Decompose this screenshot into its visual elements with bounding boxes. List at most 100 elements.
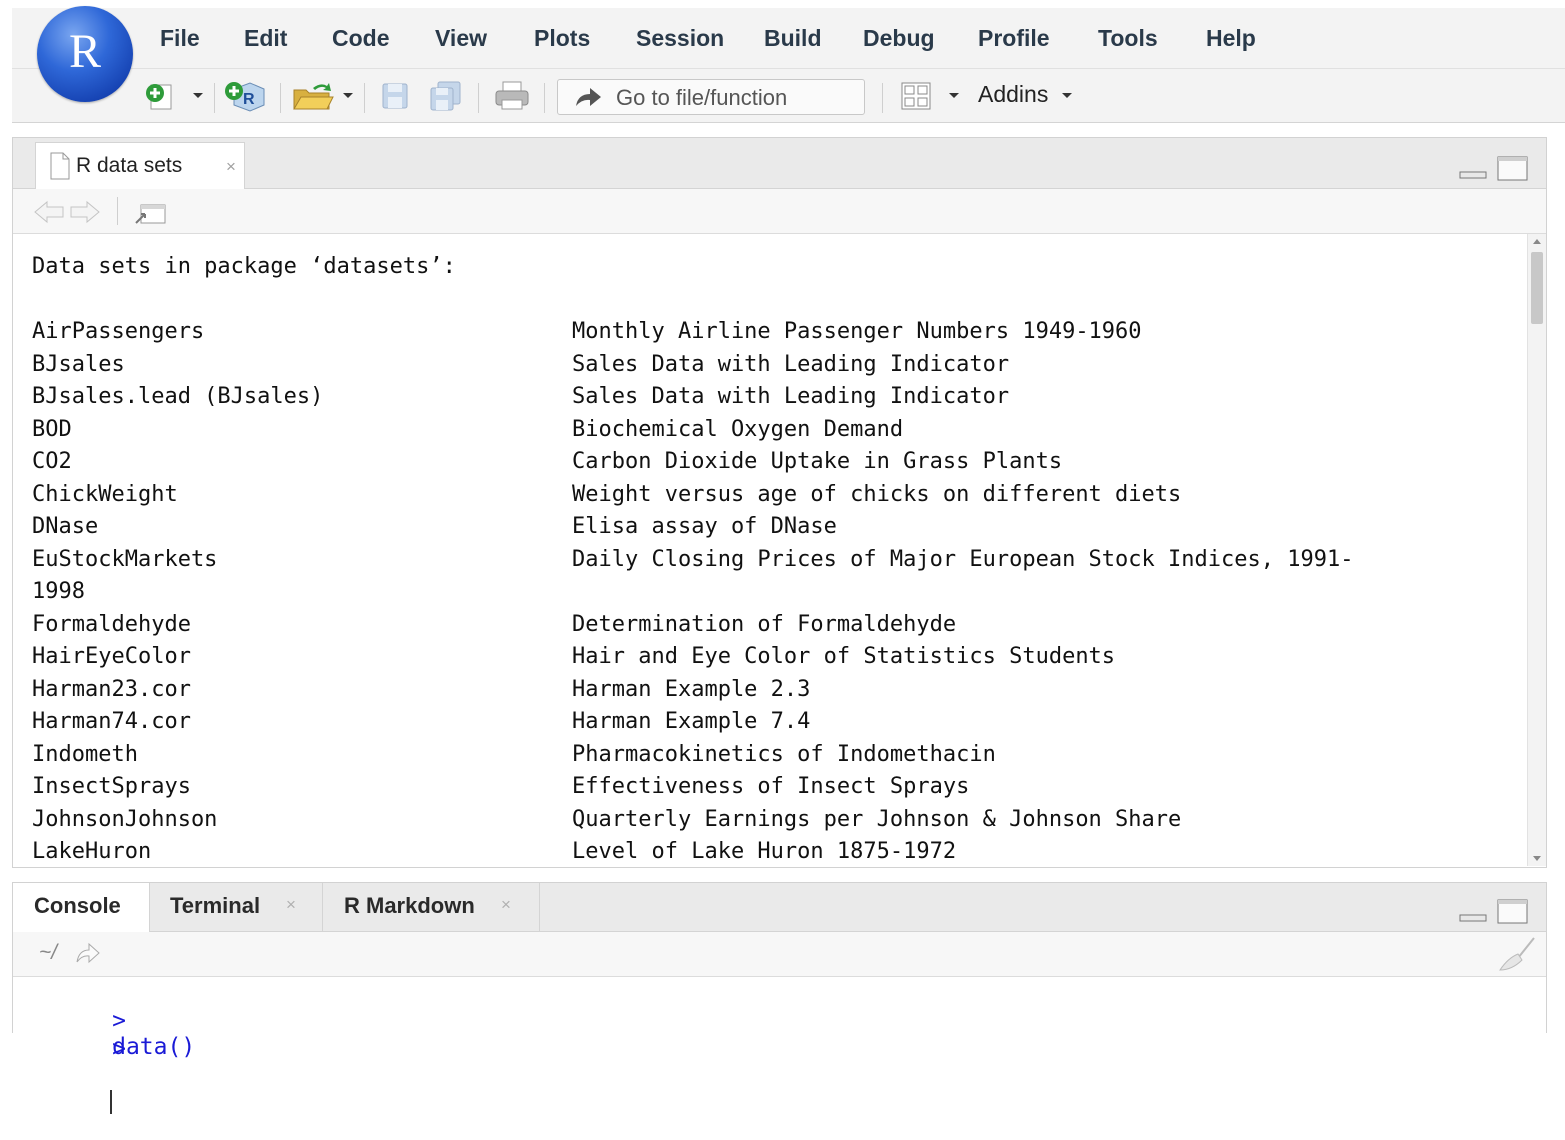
tab-label: R data sets <box>76 154 183 177</box>
console-tab-bar: Console Terminal × R Markdown × <box>13 883 1546 932</box>
pane-layout-button[interactable] <box>898 81 934 111</box>
menu-bar: File Edit Code View Plots Session Build … <box>12 8 1565 69</box>
minimize-console-button[interactable] <box>1459 899 1489 928</box>
console-output[interactable]: > data() > <box>13 977 1546 1114</box>
content-heading: Data sets in package ‘datasets’: <box>32 254 456 279</box>
dataset-name: 1998 <box>32 579 85 604</box>
dataset-description: Sales Data with Leading Indicator <box>572 384 1010 409</box>
dataset-description: Harman Example 7.4 <box>572 709 811 734</box>
tab-close-icon[interactable]: × <box>501 895 511 915</box>
console-prompt: > <box>112 1036 126 1062</box>
save-all-icon <box>430 81 461 111</box>
maximize-console-button[interactable] <box>1497 899 1529 930</box>
minimize-icon <box>1459 171 1487 179</box>
new-file-dropdown[interactable] <box>190 81 206 111</box>
addins-menu[interactable]: Addins <box>978 81 1073 108</box>
menu-session[interactable]: Session <box>636 25 724 52</box>
dataset-description: Effectiveness of Insect Sprays <box>572 774 970 799</box>
dataset-name: Indometh <box>32 741 138 767</box>
dataset-description: Weight versus age of chicks on different… <box>572 481 1182 507</box>
chevron-down-icon <box>193 93 203 98</box>
dataset-name: EuStockMarkets <box>32 546 218 572</box>
go-to-directory-icon[interactable] <box>75 942 101 964</box>
source-toolbar <box>13 189 1546 234</box>
tab-close-icon[interactable]: × <box>286 895 296 915</box>
menu-debug[interactable]: Debug <box>863 25 935 52</box>
toolbar: R Go to file/function Addins <box>12 69 1565 122</box>
menu-code[interactable]: Code <box>332 25 390 52</box>
console-path-bar: ~/ <box>13 932 1546 977</box>
save-icon <box>382 83 408 109</box>
back-arrow-icon[interactable] <box>33 199 67 225</box>
open-file-dropdown[interactable] <box>340 81 356 111</box>
tab-terminal[interactable]: Terminal × <box>150 883 323 931</box>
clear-console-broom-icon[interactable] <box>1496 936 1536 972</box>
dataset-name: ChickWeight <box>32 481 178 507</box>
save-all-button[interactable] <box>426 81 466 111</box>
maximize-pane-button[interactable] <box>1497 156 1529 187</box>
working-directory[interactable]: ~/ <box>39 941 57 965</box>
menu-profile[interactable]: Profile <box>978 25 1050 52</box>
vertical-scrollbar[interactable] <box>1527 234 1546 866</box>
dataset-description: Carbon Dioxide Uptake in Grass Plants <box>572 449 1063 474</box>
tab-r-markdown[interactable]: R Markdown × <box>323 883 540 931</box>
dataset-description: Level of Lake Huron 1875-1972 <box>572 839 957 864</box>
pane-layout-dropdown[interactable] <box>946 81 962 111</box>
tab-r-markdown-label: R Markdown <box>344 893 475 918</box>
scroll-down-icon[interactable] <box>1532 855 1542 862</box>
new-file-button[interactable] <box>140 81 180 111</box>
dataset-name: Harman23.cor <box>32 676 191 702</box>
dataset-description: Quarterly Earnings per Johnson & Johnson… <box>572 806 1182 832</box>
minimize-pane-button[interactable] <box>1459 156 1489 185</box>
arrow-right-icon <box>576 88 601 106</box>
menu-tools[interactable]: Tools <box>1098 25 1158 52</box>
menu-view[interactable]: View <box>435 25 487 52</box>
source-tab-bar: R data sets × <box>13 138 1546 190</box>
dataset-name: BJsales <box>32 351 125 377</box>
menu-edit[interactable]: Edit <box>244 25 287 52</box>
dataset-name: Harman74.cor <box>32 709 191 734</box>
show-in-new-window-icon[interactable] <box>133 197 169 227</box>
text-cursor <box>110 1089 113 1114</box>
scrollbar-thumb[interactable] <box>1531 252 1543 324</box>
new-file-icon <box>146 84 172 110</box>
dataset-description: Biochemical Oxygen Demand <box>572 416 904 442</box>
tab-close-icon[interactable]: × <box>226 157 236 177</box>
r-logo: R <box>37 6 133 102</box>
chevron-down-icon <box>1061 92 1072 98</box>
new-project-button[interactable]: R <box>222 81 270 112</box>
grid-layout-icon <box>901 82 931 110</box>
console-line: > <box>29 1010 126 1140</box>
go-to-file-placeholder: Go to file/function <box>616 85 788 110</box>
dataset-name: DNase <box>32 514 99 539</box>
print-button[interactable] <box>490 81 534 111</box>
open-file-button[interactable] <box>290 81 336 111</box>
dataset-name: AirPassengers <box>32 319 205 344</box>
document-icon <box>50 152 70 180</box>
menu-file[interactable]: File <box>160 25 200 52</box>
tab-console[interactable]: Console <box>13 883 150 932</box>
r-logo-letter: R <box>68 24 101 78</box>
dataset-name: CO2 <box>32 449 72 474</box>
go-to-file-function-input[interactable]: Go to file/function <box>557 79 865 115</box>
maximize-icon <box>1497 156 1528 181</box>
menu-help[interactable]: Help <box>1206 25 1256 52</box>
forward-arrow-icon[interactable] <box>67 199 101 225</box>
tab-r-data-sets[interactable]: R data sets × <box>35 142 245 190</box>
dataset-description: Pharmacokinetics of Indomethacin <box>572 741 996 767</box>
tab-console-label: Console <box>34 893 121 918</box>
dataset-description: Sales Data with Leading Indicator <box>572 351 1010 377</box>
print-icon <box>495 81 529 110</box>
new-project-icon: R <box>225 82 265 112</box>
dataset-name: HairEyeColor <box>32 644 191 669</box>
save-button[interactable] <box>378 81 412 111</box>
scroll-up-icon[interactable] <box>1532 238 1542 245</box>
menu-plots[interactable]: Plots <box>534 25 590 52</box>
dataset-description: Harman Example 2.3 <box>572 676 811 702</box>
dataset-name: BJsales.lead (BJsales) <box>32 384 324 409</box>
help-content: Data sets in package ‘datasets’: AirPass… <box>13 234 1527 866</box>
menu-build[interactable]: Build <box>764 25 822 52</box>
maximize-icon <box>1497 899 1528 924</box>
svg-text:R: R <box>243 91 255 108</box>
dataset-name: JohnsonJohnson <box>32 806 218 832</box>
